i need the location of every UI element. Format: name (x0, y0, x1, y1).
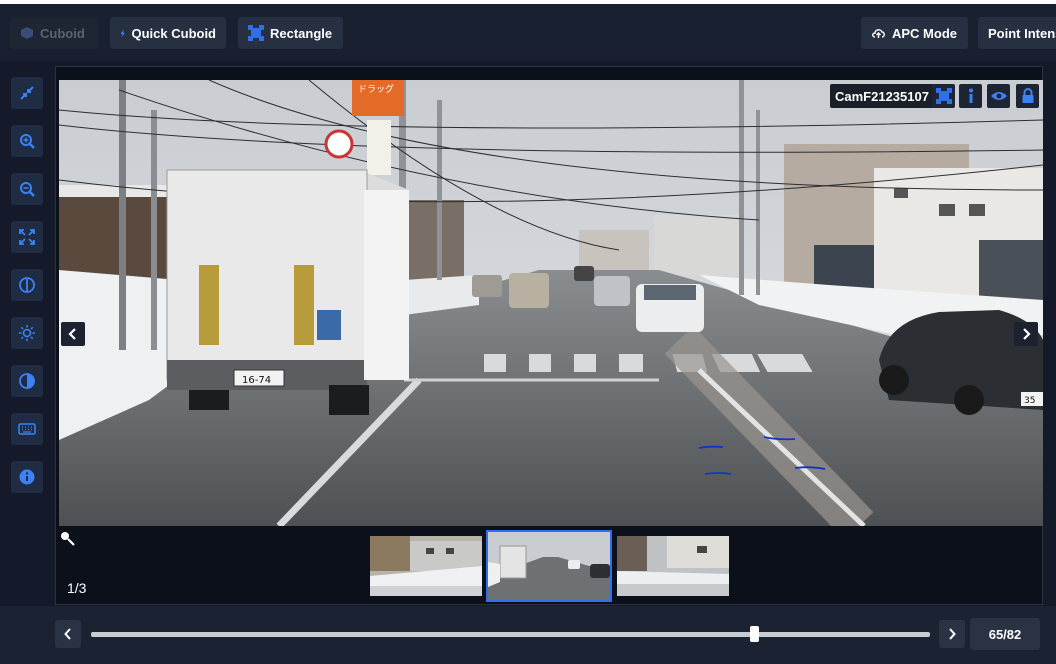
bounding-box-icon (248, 25, 264, 41)
point-intensity-button[interactable]: Point Intens (978, 17, 1056, 49)
next-camera-button[interactable] (1014, 322, 1038, 346)
zoom-out-button[interactable] (11, 173, 43, 205)
toolbar: Cuboid Quick Cuboid Rectangle APC Mode P… (0, 4, 1056, 61)
info-icon (968, 88, 973, 103)
thumbnail-image (617, 536, 729, 596)
bounding-box-icon (935, 88, 952, 104)
rectangle-button[interactable]: Rectangle (238, 17, 343, 49)
lock-icon (1022, 88, 1033, 103)
zoom-in-button[interactable] (11, 125, 43, 157)
keyboard-button[interactable] (11, 413, 43, 445)
lightning-icon (120, 29, 125, 37)
brightness-icon (19, 325, 35, 341)
camera-bbox-toggle[interactable] (932, 84, 955, 108)
camera-visibility-toggle[interactable] (987, 84, 1010, 108)
cuboid-label: Cuboid (40, 25, 85, 41)
keyboard-icon (18, 423, 36, 435)
apc-mode-button[interactable]: APC Mode (861, 17, 968, 49)
timeline-slider-track[interactable] (91, 632, 930, 637)
info-icon (19, 469, 35, 485)
camera-thumbnail-1[interactable] (370, 536, 482, 596)
brightness-button[interactable] (11, 317, 43, 349)
chevron-left-icon (68, 328, 76, 340)
fit-screen-button[interactable] (11, 221, 43, 253)
apc-mode-label: APC Mode (892, 25, 957, 41)
zoom-in-icon (20, 134, 35, 149)
quick-cuboid-label: Quick Cuboid (131, 25, 217, 41)
prev-camera-button[interactable] (61, 322, 85, 346)
collapse-icon (20, 86, 34, 100)
contrast-button[interactable] (11, 365, 43, 397)
thumbnail-image (370, 536, 482, 596)
cube-icon (21, 27, 33, 39)
info-button[interactable] (11, 461, 43, 493)
half-circle-icon (19, 277, 35, 293)
camera-info-button[interactable] (959, 84, 982, 108)
quick-cuboid-button[interactable]: Quick Cuboid (110, 17, 226, 49)
eye-icon (990, 92, 1007, 100)
car-plate: 35 (1024, 396, 1035, 406)
chevron-right-icon (949, 628, 956, 640)
contrast-icon (19, 373, 35, 389)
camera-lock-toggle[interactable] (1016, 84, 1039, 108)
cuboid-button[interactable]: Cuboid (10, 17, 98, 49)
thumbnail-image (488, 532, 610, 600)
sign-text: ドラッグ (358, 83, 394, 95)
next-frame-button[interactable] (939, 620, 965, 648)
timeline-slider-handle[interactable] (749, 626, 759, 642)
camera-image[interactable]: ドラッグ 16-74 35 (59, 80, 1043, 526)
street-scene: ドラッグ 16-74 35 (59, 80, 1043, 526)
zoom-out-icon (20, 182, 35, 197)
fit-screen-icon (19, 229, 35, 245)
cloud-upload-icon (872, 29, 885, 38)
frame-counter: 65/82 (970, 618, 1040, 650)
flip-button[interactable] (11, 269, 43, 301)
gallery-counter: 1/3 (67, 580, 87, 596)
truck-plate: 16-74 (242, 375, 271, 386)
camera-thumbnail-2-selected[interactable] (486, 530, 612, 602)
chevron-right-icon (1023, 328, 1031, 340)
camera-name: CamF21235107 (830, 84, 934, 108)
camera-thumbnail-3[interactable] (617, 536, 729, 596)
point-intensity-label: Point Intens (988, 25, 1056, 41)
collapse-button[interactable] (11, 77, 43, 109)
search-icon[interactable] (60, 531, 76, 547)
prev-frame-button[interactable] (55, 620, 81, 648)
rectangle-label: Rectangle (270, 25, 333, 41)
chevron-left-icon (64, 628, 71, 640)
